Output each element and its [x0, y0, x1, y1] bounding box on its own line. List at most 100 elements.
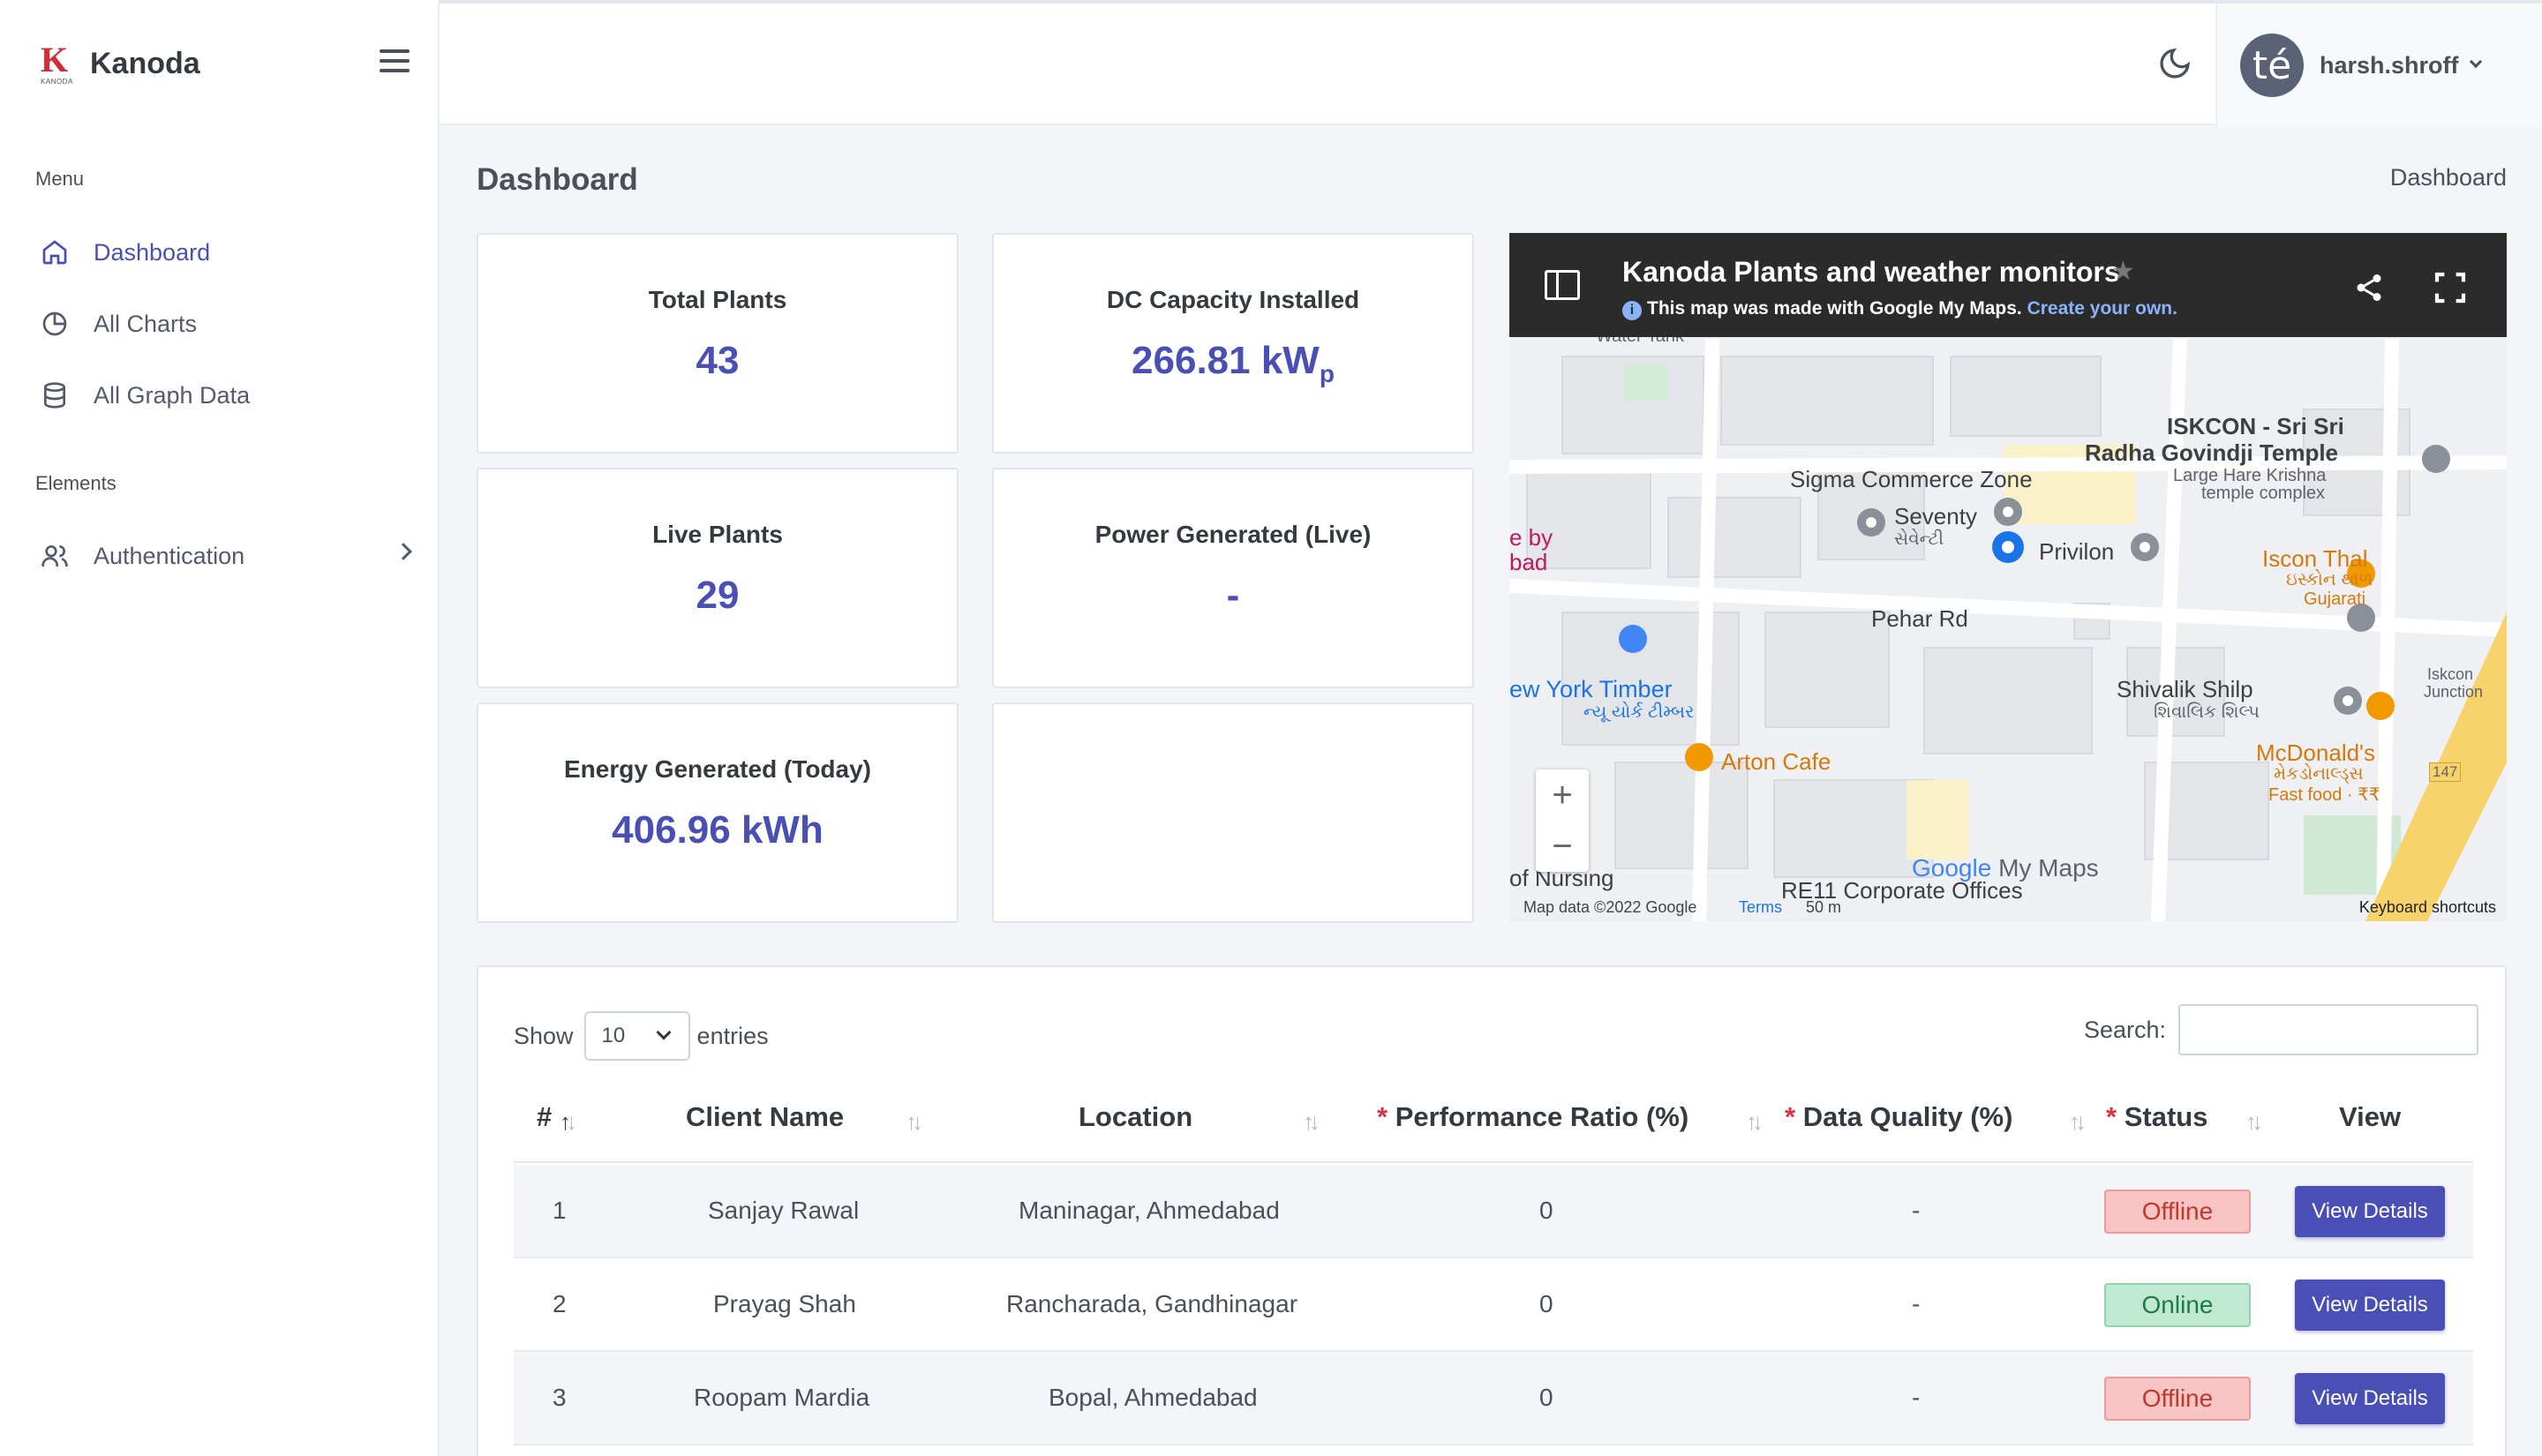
share-icon[interactable] — [2353, 272, 2385, 308]
terms-link[interactable]: Terms — [1739, 898, 1782, 917]
search-label: Search: — [2083, 1016, 2166, 1043]
cell-data-quality: - — [1912, 1290, 1921, 1317]
sidebar-panel-icon[interactable] — [1545, 270, 1580, 300]
cell-performance-ratio: 0 — [1539, 1384, 1553, 1411]
menu-toggle-icon[interactable] — [380, 49, 410, 74]
table-row: 2 Prayag Shah Rancharada, Gandhinagar 0 … — [514, 1258, 2473, 1352]
map-label-temple: temple complex — [2201, 484, 2326, 503]
stat-value-subscript: p — [1319, 359, 1335, 387]
stat-label: Total Plants — [648, 286, 787, 313]
map-label-seventy: Seventy — [1894, 503, 1977, 529]
sidebar-item-label: All Charts — [94, 310, 198, 337]
map-label-iskcon-jn: Iskcon — [2427, 665, 2474, 683]
map-label-eby: e by — [1509, 524, 1553, 551]
stat-value-number: 266.81 kW — [1132, 339, 1320, 382]
table-header: # ↑↓ Client Name ↑↓ Location ↑↓ * Perfor… — [514, 1084, 2473, 1163]
create-your-own-link[interactable]: Create your own. — [2027, 298, 2177, 319]
col-header-label: Data Quality (%) — [1802, 1101, 2013, 1132]
map-label-shivalik-gu: શિવાલિક શિલ્પ — [2154, 702, 2260, 722]
sidebar-item-dashboard[interactable]: Dashboard — [39, 229, 410, 275]
map-subtitle: i This map was made with Google My Maps. … — [1622, 298, 2177, 320]
map-label-ny-timber-gu: ન્યૂ યોર્ક ટીમ્બર — [1583, 702, 1695, 722]
avatar: té — [2240, 34, 2304, 97]
chevron-down-icon — [2469, 55, 2482, 69]
moon-icon[interactable] — [2157, 46, 2196, 85]
keyboard-shortcuts-link[interactable]: Keyboard shortcuts — [2359, 898, 2496, 917]
view-details-button[interactable]: View Details — [2295, 1280, 2445, 1331]
col-header-data-quality[interactable]: * Data Quality (%) — [1785, 1101, 2012, 1133]
fullscreen-icon[interactable] — [2433, 270, 2468, 310]
map-label-bad: bad — [1509, 549, 1548, 575]
sidebar-item-all-charts[interactable]: All Charts — [39, 301, 410, 347]
home-icon — [39, 236, 71, 268]
view-details-button[interactable]: View Details — [2295, 1373, 2445, 1424]
info-icon: i — [1622, 301, 1642, 320]
show-label: Show — [514, 1022, 574, 1049]
table-row: 1 Sanjay Rawal Maninagar, Ahmedabad 0 - … — [514, 1165, 2473, 1258]
cell-data-quality: - — [1912, 1384, 1921, 1411]
stat-label: DC Capacity Installed — [1106, 286, 1360, 313]
chevron-down-icon — [656, 1024, 672, 1040]
brand-logo-link[interactable]: K KANODA Kanoda — [39, 39, 200, 88]
entries-label: entries — [696, 1022, 769, 1049]
entries-select-value: 10 — [601, 1024, 626, 1047]
zoom-in-button[interactable]: + — [1536, 769, 1589, 821]
page-title: Dashboard — [477, 162, 638, 197]
map-label-gujarati: Gujarati — [2304, 589, 2366, 609]
col-header-status[interactable]: * Status — [2106, 1101, 2207, 1133]
map-label-fast-food: Fast food · ₹₹ — [2268, 785, 2380, 805]
breadcrumb[interactable]: Dashboard — [2390, 164, 2507, 191]
map-footer: Map data ©2022 Google Terms 50 m Keyboar… — [1509, 895, 2507, 921]
stat-card-energy-today: Energy Generated (Today) 406.96 kWh — [477, 702, 959, 923]
table-row: 3 Roopam Mardia Bopal, Ahmedabad 0 - Off… — [514, 1352, 2473, 1445]
cell-location: Maninagar, Ahmedabad — [1019, 1197, 1280, 1224]
sort-icon[interactable]: ↑↓ — [2069, 1108, 2087, 1136]
col-header-num[interactable]: # — [537, 1101, 552, 1133]
stat-card-empty — [992, 702, 1474, 923]
entries-select[interactable]: 10 — [583, 1011, 690, 1061]
google-my-map[interactable]: Water Tank ISKCON - Sri Sri Radha Govind… — [1509, 233, 2507, 921]
cell-performance-ratio: 0 — [1539, 1197, 1553, 1224]
sort-icon[interactable]: ↑↓ — [2245, 1108, 2263, 1136]
map-label-road-147: 147 — [2429, 762, 2462, 782]
status-badge: Offline — [2104, 1377, 2251, 1421]
sidebar-item-authentication[interactable]: Authentication — [39, 533, 412, 579]
zoom-out-button[interactable]: − — [1536, 821, 1589, 872]
menu-section-title: Menu — [35, 168, 85, 190]
cell-location: Bopal, Ahmedabad — [1049, 1384, 1258, 1411]
database-icon — [39, 379, 71, 411]
star-icon[interactable]: ★ — [2111, 256, 2135, 287]
sidebar-item-label: Authentication — [94, 542, 245, 569]
view-details-button[interactable]: View Details — [2295, 1186, 2445, 1237]
map-title: Kanoda Plants and weather monitors — [1622, 256, 2120, 288]
search-control: Search: — [2084, 1004, 2478, 1055]
user-menu[interactable]: té harsh.shroff — [2215, 4, 2542, 127]
map-data-credit: Map data ©2022 Google — [1523, 898, 1697, 916]
sort-icon[interactable]: ↑↓ — [906, 1108, 923, 1136]
logo-text: KANODA — [41, 78, 73, 86]
map-label-iscon-thal-gu: ઇસ્કોન થાળ — [2286, 570, 2373, 589]
map-label-radha: Radha Govindji Temple — [2085, 439, 2339, 466]
cell-data-quality: - — [1912, 1197, 1921, 1224]
users-icon — [39, 540, 71, 572]
map-label-ny-timber: ew York Timber — [1509, 676, 1673, 702]
chevron-right-icon — [395, 543, 412, 560]
stat-label: Power Generated (Live) — [1094, 521, 1372, 548]
map-label-privilon: Privilon — [2039, 538, 2115, 565]
stat-value: 266.81 kWp — [994, 339, 1472, 388]
stat-label: Live Plants — [652, 521, 783, 548]
elements-section-title: Elements — [35, 472, 117, 494]
stat-card-dc-capacity: DC Capacity Installed 266.81 kWp — [992, 233, 1474, 454]
status-badge: Online — [2104, 1283, 2251, 1327]
sidebar-item-all-graph-data[interactable]: All Graph Data — [39, 372, 410, 418]
stat-card-live-plants: Live Plants 29 — [477, 468, 959, 688]
col-header-performance-ratio[interactable]: * Performance Ratio (%) — [1377, 1101, 1688, 1133]
sort-icon[interactable]: ↑↓ — [1746, 1108, 1764, 1136]
sort-icon[interactable]: ↑↓ — [1303, 1108, 1320, 1136]
map-label-arton: Arton Cafe — [1721, 748, 1831, 775]
search-input[interactable] — [2178, 1004, 2478, 1055]
col-header-client-name[interactable]: Client Name — [686, 1101, 844, 1133]
col-header-location[interactable]: Location — [1079, 1101, 1192, 1133]
google-my-maps-logo: Google My Maps — [1912, 854, 2099, 882]
sort-asc-icon[interactable]: ↑↓ — [560, 1108, 577, 1136]
